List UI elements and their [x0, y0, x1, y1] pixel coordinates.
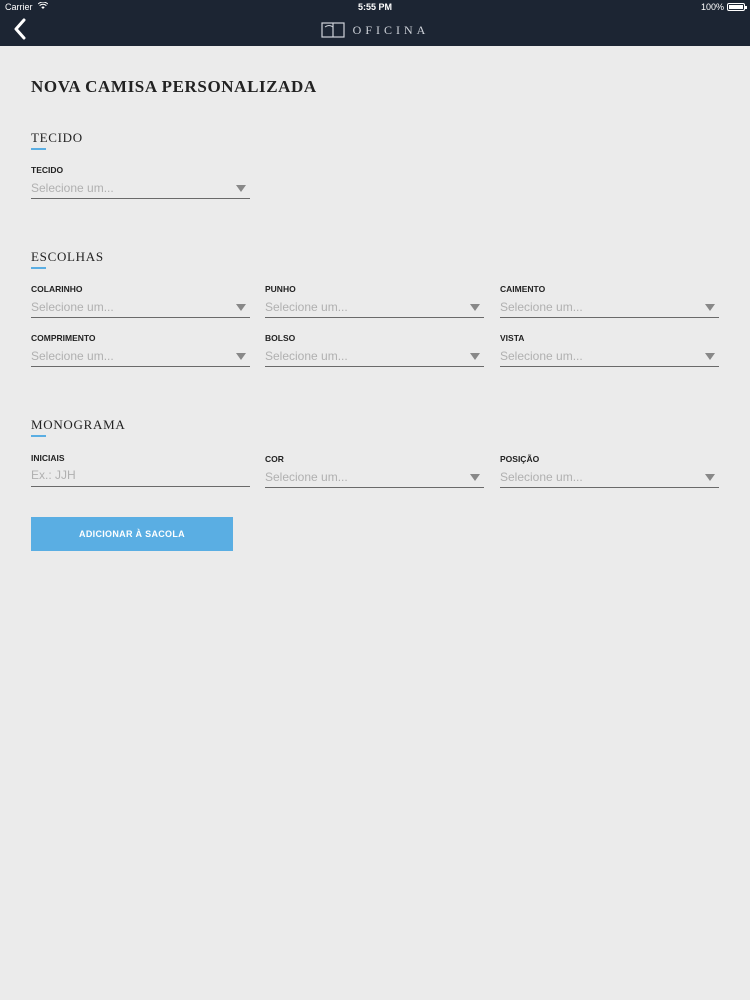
field-value: Selecione um... — [265, 300, 348, 314]
field-underline — [265, 487, 484, 488]
vista-select[interactable]: VISTA Selecione um... — [500, 333, 719, 369]
caret-down-icon — [470, 304, 480, 311]
field-value: Selecione um... — [31, 349, 114, 363]
field-label: POSIÇÃO — [500, 454, 540, 464]
comprimento-select[interactable]: COMPRIMENTO Selecione um... — [31, 333, 250, 369]
brand-name: OFICINA — [352, 22, 430, 37]
caret-down-icon — [470, 353, 480, 360]
field-label: VISTA — [500, 333, 525, 343]
field-underline — [31, 317, 250, 318]
field-value: Selecione um... — [265, 470, 348, 484]
section-title-escolhas: ESCOLHAS — [31, 249, 104, 264]
field-underline — [31, 366, 250, 367]
field-label: COR — [265, 454, 284, 464]
iniciais-input[interactable] — [31, 465, 250, 485]
field-label: COLARINHO — [31, 284, 83, 294]
field-label: CAIMENTO — [500, 284, 546, 294]
iniciais-field: INICIAIS — [31, 453, 250, 489]
section-underline — [31, 148, 46, 150]
caret-down-icon — [236, 353, 246, 360]
caimento-select[interactable]: CAIMENTO Selecione um... — [500, 284, 719, 320]
colarinho-select[interactable]: COLARINHO Selecione um... — [31, 284, 250, 320]
battery-icon — [727, 3, 747, 11]
punho-select[interactable]: PUNHO Selecione um... — [265, 284, 484, 320]
field-value: Selecione um... — [31, 181, 114, 195]
clock: 5:55 PM — [357, 2, 392, 12]
field-value: Selecione um... — [500, 300, 583, 314]
field-underline — [265, 317, 484, 318]
brand-logo: OFICINA — [0, 21, 750, 39]
section-underline — [31, 435, 46, 437]
section-title-tecido: TECIDO — [31, 130, 83, 145]
caret-down-icon — [705, 304, 715, 311]
field-label: COMPRIMENTO — [31, 333, 96, 343]
book-icon — [321, 22, 345, 38]
caret-down-icon — [470, 474, 480, 481]
field-underline — [500, 317, 719, 318]
field-label: INICIAIS — [31, 453, 65, 463]
battery-percentage: 100% — [700, 2, 724, 12]
page-title: NOVA CAMISA PERSONALIZADA — [31, 77, 317, 96]
field-value: Selecione um... — [500, 470, 583, 484]
navigation-bar: Carrier 5:55 PM 100% OFICINA — [0, 0, 750, 46]
cor-select[interactable]: COR Selecione um... — [265, 454, 484, 490]
section-underline — [31, 267, 46, 269]
field-label: TECIDO — [31, 165, 64, 175]
add-to-bag-button[interactable]: ADICIONAR À SACOLA — [31, 517, 233, 551]
field-value: Selecione um... — [500, 349, 583, 363]
caret-down-icon — [236, 304, 246, 311]
field-label: BOLSO — [265, 333, 296, 343]
section-title-monograma: MONOGRAMA — [31, 417, 126, 432]
field-underline — [500, 487, 719, 488]
status-bar: Carrier 5:55 PM 100% — [0, 0, 750, 14]
field-label: PUNHO — [265, 284, 296, 294]
tecido-select[interactable]: TECIDO Selecione um... — [31, 165, 250, 201]
field-underline — [31, 486, 250, 487]
caret-down-icon — [705, 353, 715, 360]
caret-down-icon — [236, 185, 246, 192]
bolso-select[interactable]: BOLSO Selecione um... — [265, 333, 484, 369]
field-underline — [31, 198, 250, 199]
field-underline — [500, 366, 719, 367]
caret-down-icon — [705, 474, 715, 481]
posicao-select[interactable]: POSIÇÃO Selecione um... — [500, 454, 719, 490]
field-value: Selecione um... — [265, 349, 348, 363]
field-value: Selecione um... — [31, 300, 114, 314]
field-underline — [265, 366, 484, 367]
